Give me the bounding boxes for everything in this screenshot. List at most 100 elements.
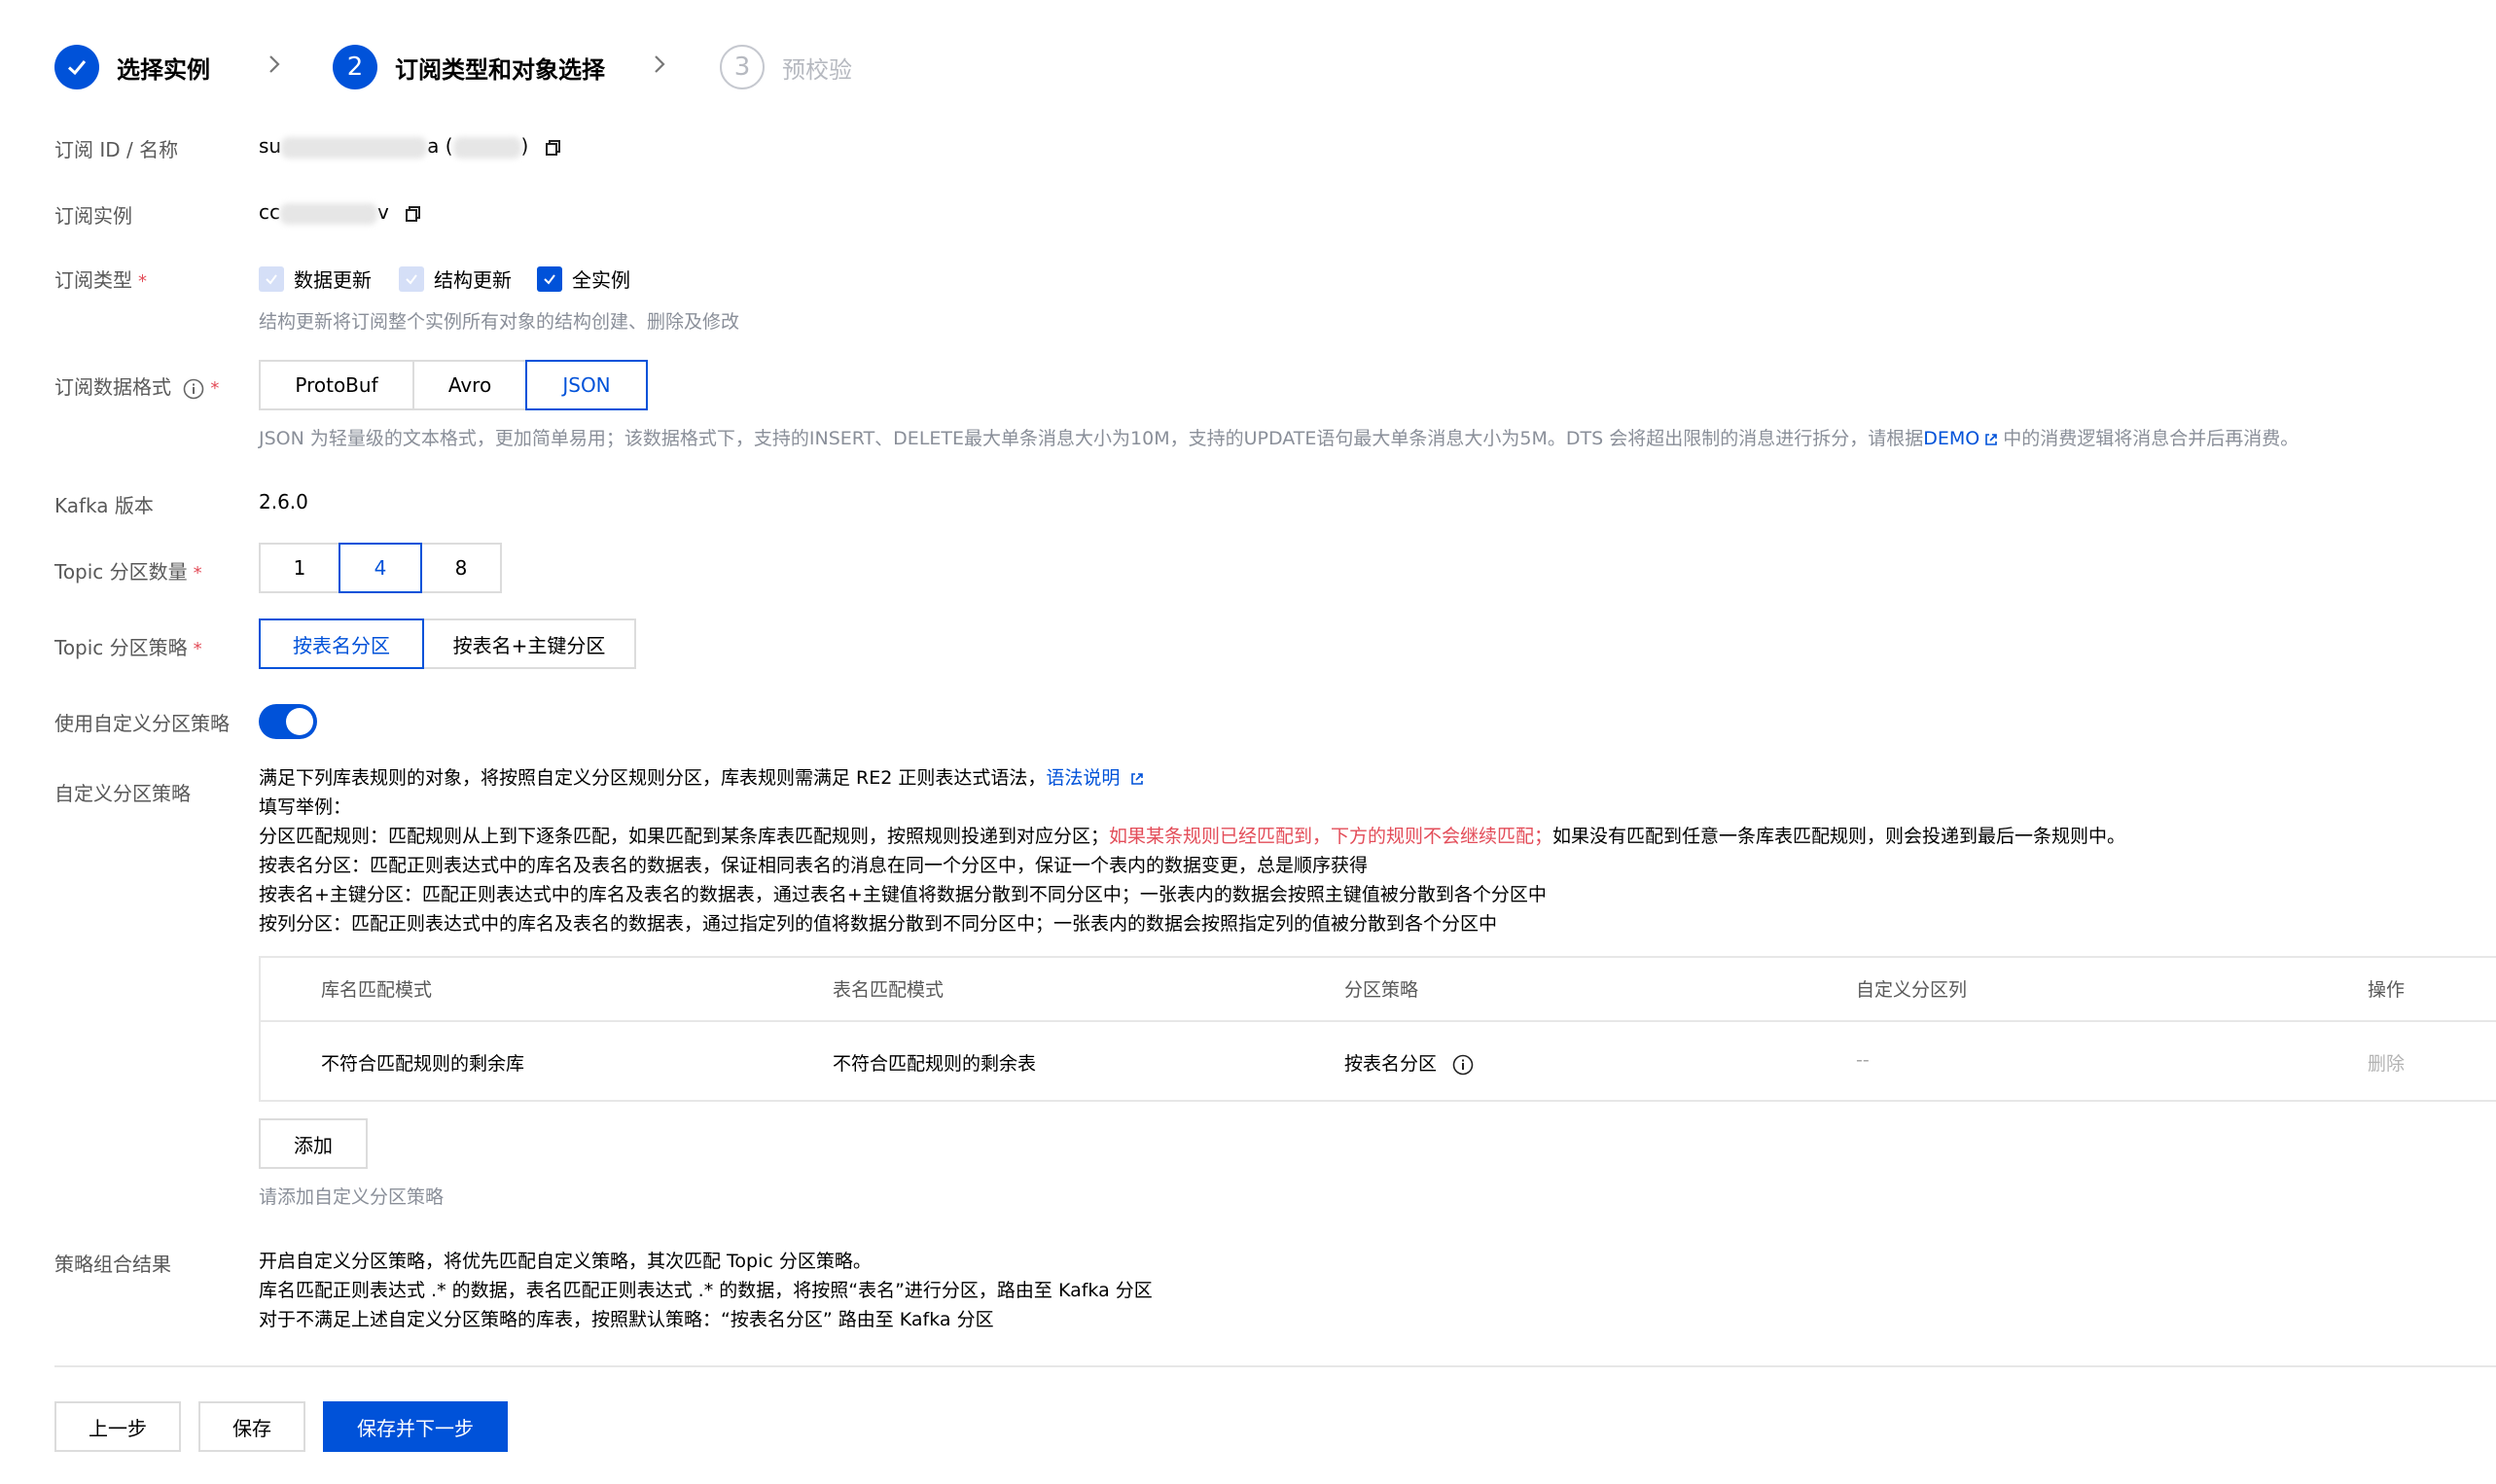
result-line-1: 开启自定义分区策略，将优先匹配自定义策略，其次匹配 Topic 分区策略。 — [259, 1251, 872, 1272]
format-protobuf[interactable]: ProtoBuf — [259, 360, 414, 410]
format-avro[interactable]: Avro — [412, 360, 527, 410]
custom-line-2: 填写举例： — [259, 796, 352, 818]
result-label: 策略组合结果 — [54, 1253, 171, 1276]
step-2-label: 订阅类型和对象选择 — [395, 55, 605, 84]
cell-db-pattern: 不符合匹配规则的剩余库 — [321, 1053, 525, 1075]
step-1-label: 选择实例 — [117, 55, 210, 84]
external-link-icon[interactable] — [1129, 771, 1145, 787]
check-icon — [537, 265, 562, 292]
step-2[interactable]: 2 订阅类型和对象选择 — [333, 43, 605, 91]
redacted-block — [452, 136, 521, 159]
checkbox-label: 结构更新 — [434, 268, 512, 292]
strategy-by-table-pk[interactable]: 按表名+主键分区 — [422, 618, 636, 669]
chevron-right-icon — [269, 55, 280, 73]
sub-id-prefix: su — [259, 134, 282, 158]
format-hint-tail: 中的消费逻辑将消息合并后再消费。 — [2003, 428, 2300, 449]
custom-strategy-toggle[interactable] — [259, 704, 317, 739]
sub-type-label-text: 订阅类型 — [54, 268, 132, 292]
result-line-2: 库名匹配正则表达式 .* 的数据，表名匹配正则表达式 .* 的数据，将按照“表名… — [259, 1280, 1153, 1301]
custom-line-1-text: 满足下列库表规则的对象，将按照自定义分区规则分区，库表规则需满足 RE2 正则表… — [259, 767, 1047, 789]
checkbox-full-instance[interactable]: 全实例 — [537, 265, 630, 293]
cell-strategy: 按表名分区 — [1344, 1049, 1474, 1076]
partitions-4[interactable]: 4 — [339, 543, 422, 593]
instance-label: 订阅实例 — [54, 204, 132, 228]
copy-icon[interactable] — [405, 205, 422, 223]
table-header-divider — [261, 1020, 2496, 1022]
format-json[interactable]: JSON — [525, 360, 648, 410]
step-3-number: 3 — [720, 45, 765, 89]
footer-divider — [54, 1365, 2496, 1367]
format-selector[interactable]: ProtoBuf Avro JSON — [259, 360, 648, 410]
strategy-label: Topic 分区策略 * — [54, 632, 202, 660]
info-icon[interactable] — [1452, 1054, 1474, 1076]
step-1[interactable]: 选择实例 — [54, 43, 210, 91]
instance-suffix: v — [377, 200, 389, 224]
partitions-label: Topic 分区数量 * — [54, 556, 202, 584]
th-strategy: 分区策略 — [1344, 979, 1419, 1001]
check-icon — [259, 265, 284, 292]
delete-button[interactable]: 删除 — [2368, 1049, 2405, 1076]
step-3-label: 预校验 — [782, 55, 852, 84]
required-mark: * — [138, 271, 147, 292]
th-table-pattern: 表名匹配模式 — [833, 979, 945, 1001]
instance-value: cc v — [259, 200, 422, 225]
save-next-button[interactable]: 保存并下一步 — [323, 1401, 508, 1452]
custom-line-3-warning: 如果某条规则已经匹配到，下方的规则不会继续匹配； — [1109, 826, 1553, 847]
check-icon — [54, 45, 99, 89]
format-hint-text: JSON 为轻量级的文本格式，更加简单易用；该数据格式下，支持的INSERT、D… — [259, 428, 1924, 449]
result-line-3: 对于不满足上述自定义分区策略的库表，按照默认策略：“按表名分区” 路由至 Kaf… — [259, 1309, 994, 1330]
sub-type-hint: 结构更新将订阅整个实例所有对象的结构创建、删除及修改 — [259, 311, 740, 333]
prev-button[interactable]: 上一步 — [54, 1401, 181, 1452]
info-icon[interactable] — [183, 378, 204, 400]
custom-line-3a: 分区匹配规则：匹配规则从上到下逐条匹配，如果匹配到某条库表匹配规则，按照规则投递… — [259, 826, 1110, 847]
checkbox-label: 全实例 — [572, 268, 630, 292]
syntax-link[interactable]: 语法说明 — [1046, 767, 1120, 789]
custom-line-6: 按列分区：匹配正则表达式中的库名及表名的数据表，通过指定列的值将数据分散到不同分… — [259, 913, 1498, 935]
custom-strategy-table: 库名匹配模式 表名匹配模式 分区策略 自定义分区列 操作 不符合匹配规则的剩余库… — [259, 956, 2496, 1102]
save-button[interactable]: 保存 — [198, 1401, 305, 1452]
sub-id-value: su a () — [259, 134, 562, 159]
custom-strategy-label: 自定义分区策略 — [54, 782, 191, 805]
sub-id-suffix: ) — [520, 134, 529, 158]
custom-line-5: 按表名+主键分区：匹配正则表达式中的库名及表名的数据表，通过表名+主键值将数据分… — [259, 884, 1547, 905]
cell-table-pattern: 不符合匹配规则的剩余表 — [833, 1053, 1037, 1075]
cell-strategy-text: 按表名分区 — [1344, 1053, 1438, 1075]
copy-icon[interactable] — [545, 139, 562, 157]
instance-prefix: cc — [259, 200, 280, 224]
add-rule-button[interactable]: 添加 — [259, 1118, 368, 1169]
th-custom-column: 自定义分区列 — [1856, 979, 1968, 1001]
kafka-version: 2.6.0 — [259, 490, 308, 513]
chevron-right-icon — [655, 55, 665, 73]
redacted-block — [280, 202, 377, 225]
format-label: 订阅数据格式 * — [54, 371, 219, 400]
th-db-pattern: 库名匹配模式 — [321, 979, 433, 1001]
required-mark: * — [193, 563, 202, 583]
external-link-icon[interactable] — [1983, 432, 1999, 447]
custom-line-1: 满足下列库表规则的对象，将按照自定义分区规则分区，库表规则需满足 RE2 正则表… — [259, 763, 1145, 793]
toggle-knob — [286, 708, 313, 735]
custom-line-4: 按表名分区：匹配正则表达式中的库名及表名的数据表，保证相同表名的消息在同一个分区… — [259, 855, 1369, 876]
sub-type-label: 订阅类型 * — [54, 265, 147, 293]
step-2-number: 2 — [333, 45, 377, 89]
strategy-by-table[interactable]: 按表名分区 — [259, 618, 424, 669]
checkbox-label: 数据更新 — [294, 268, 372, 292]
partitions-selector[interactable]: 1 4 8 — [259, 543, 502, 593]
step-3: 3 预校验 — [720, 43, 852, 91]
strategy-label-text: Topic 分区策略 — [54, 636, 188, 659]
format-hint: JSON 为轻量级的文本格式，更加简单易用；该数据格式下，支持的INSERT、D… — [259, 424, 2299, 450]
required-mark: * — [193, 639, 202, 659]
strategy-selector[interactable]: 按表名分区 按表名+主键分区 — [259, 618, 636, 669]
cell-custom-column: -- — [1856, 1049, 1870, 1071]
redacted-block — [281, 136, 428, 159]
partitions-8[interactable]: 8 — [420, 543, 502, 593]
custom-line-3b: 如果没有匹配到任意一条库表匹配规则，则会投递到最后一条规则中。 — [1552, 826, 2126, 847]
checkbox-schema-update: 结构更新 — [399, 265, 512, 293]
demo-link[interactable]: DEMO — [1923, 428, 1979, 449]
sub-id-mid: a ( — [427, 134, 453, 158]
add-hint: 请添加自定义分区策略 — [259, 1186, 445, 1208]
check-icon — [399, 265, 424, 292]
th-actions: 操作 — [2368, 979, 2406, 1001]
format-label-text: 订阅数据格式 — [54, 375, 171, 399]
custom-toggle-label: 使用自定义分区策略 — [54, 712, 230, 735]
partitions-1[interactable]: 1 — [259, 543, 340, 593]
